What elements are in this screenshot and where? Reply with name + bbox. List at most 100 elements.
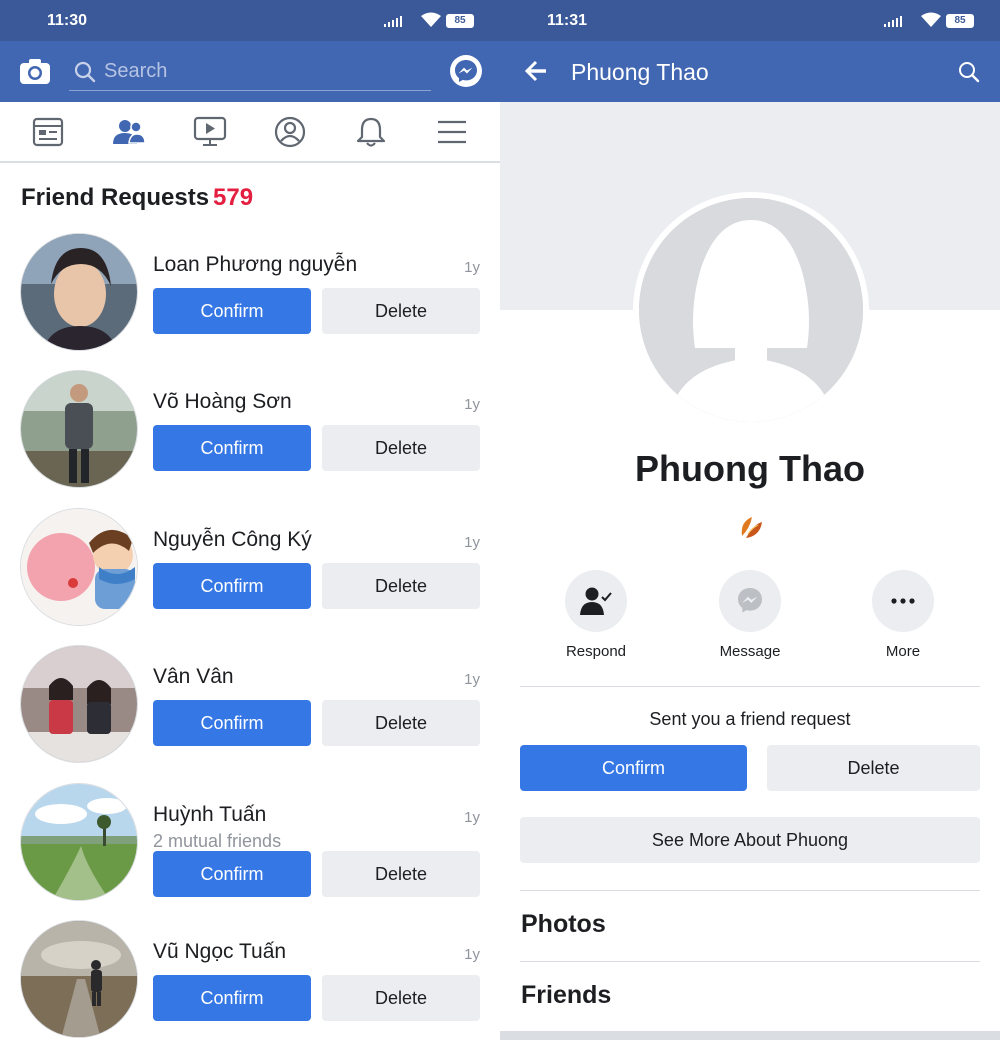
signal-icon	[384, 16, 402, 27]
more-dots-icon	[891, 598, 915, 604]
hamburger-menu-icon	[437, 120, 466, 143]
tab-bar	[0, 102, 500, 163]
avatar[interactable]	[20, 370, 138, 488]
avatar[interactable]	[20, 233, 138, 351]
requester-name[interactable]: Loan Phương nguyễn	[153, 253, 357, 277]
wifi-icon	[921, 12, 941, 27]
confirm-button[interactable]: Confirm	[153, 288, 311, 334]
mutual-friends: 2 mutual friends	[153, 831, 282, 851]
battery-icon: 85	[946, 14, 974, 28]
respond-button[interactable]	[565, 570, 627, 632]
confirm-button[interactable]: Confirm	[520, 745, 747, 791]
requester-name[interactable]: Vân Vân	[153, 665, 234, 689]
status-bar: 11:30 85	[0, 0, 500, 41]
back-arrow-icon[interactable]	[524, 59, 548, 83]
photos-section-heading[interactable]: Photos	[521, 910, 606, 939]
default-female-avatar-icon	[639, 198, 863, 422]
friend-requests-count: 579	[213, 184, 254, 211]
more-button[interactable]	[872, 570, 934, 632]
request-age: 1y	[464, 946, 480, 963]
confirm-button[interactable]: Confirm	[153, 975, 311, 1021]
delete-button[interactable]: Delete	[322, 288, 480, 334]
requester-name[interactable]: Võ Hoàng Sơn	[153, 390, 292, 414]
status-time: 11:30	[47, 12, 88, 29]
confirm-button[interactable]: Confirm	[153, 563, 311, 609]
person-check-icon	[580, 587, 612, 615]
status-bar: 11:31 85	[500, 0, 1000, 41]
page-title: Phuong Thao	[571, 59, 709, 85]
autumn-leaf-icon	[741, 517, 762, 538]
request-age: 1y	[464, 534, 480, 551]
friends-icon	[112, 119, 146, 144]
more-label: More	[885, 643, 921, 660]
avatar[interactable]	[20, 645, 138, 763]
friend-requests-title: Friend Requests	[21, 184, 210, 211]
search-input[interactable]	[104, 57, 404, 85]
friend-request-item: Vũ Ngọc Tuấn 1y Confirm Delete	[0, 920, 500, 1040]
messenger-icon	[738, 588, 762, 613]
search-icon[interactable]	[958, 61, 980, 83]
profile-icon	[275, 116, 306, 147]
delete-button[interactable]: Delete	[322, 425, 480, 471]
camera-icon[interactable]	[19, 56, 51, 86]
friend-request-item: Vân Vân 1y Confirm Delete	[0, 645, 500, 775]
tab-friends[interactable]	[104, 107, 154, 157]
divider	[520, 686, 980, 687]
divider	[520, 961, 980, 962]
tab-watch[interactable]	[185, 107, 235, 157]
more-action[interactable]: More	[853, 570, 953, 660]
request-age: 1y	[464, 671, 480, 688]
delete-button[interactable]: Delete	[322, 975, 480, 1021]
section-separator	[500, 1031, 1000, 1040]
tab-news-feed[interactable]	[23, 107, 73, 157]
friend-request-item: Võ Hoàng Sơn 1y Confirm Delete	[0, 370, 500, 500]
friend-requests-heading: Friend Requests 579	[21, 184, 253, 212]
friend-request-item: Huỳnh Tuấn 1y 2 mutual friends Confirm D…	[0, 783, 500, 913]
search-box[interactable]	[69, 53, 431, 91]
message-button[interactable]	[719, 570, 781, 632]
see-more-about-button[interactable]: See More About Phuong	[520, 817, 980, 863]
friend-requests-screen: 11:30 85 Friend Requests579	[0, 0, 500, 1040]
watch-icon	[193, 116, 226, 146]
friend-request-notice: Sent you a friend request	[649, 709, 851, 729]
respond-label: Respond	[565, 643, 627, 660]
request-age: 1y	[464, 396, 480, 413]
tab-profile[interactable]	[265, 107, 315, 157]
tab-notifications[interactable]	[346, 107, 396, 157]
status-time: 11:31	[547, 12, 588, 29]
profile-picture[interactable]	[633, 192, 869, 428]
requester-name[interactable]: Nguyễn Công Ký	[153, 528, 312, 552]
signal-icon	[884, 16, 902, 27]
avatar[interactable]	[20, 920, 138, 1038]
confirm-button[interactable]: Confirm	[153, 425, 311, 471]
avatar[interactable]	[20, 508, 138, 626]
profile-screen: 11:31 85 Phuong Thao Phuong Thao Respond…	[500, 0, 1000, 1040]
search-icon	[74, 61, 96, 83]
delete-button[interactable]: Delete	[322, 563, 480, 609]
delete-button[interactable]: Delete	[767, 745, 980, 791]
avatar[interactable]	[20, 783, 138, 901]
delete-button[interactable]: Delete	[322, 700, 480, 746]
wifi-icon	[421, 12, 441, 27]
friend-request-item: Nguyễn Công Ký 1y Confirm Delete	[0, 508, 500, 638]
messenger-icon[interactable]	[450, 55, 482, 87]
message-action[interactable]: Message	[700, 570, 800, 660]
delete-button[interactable]: Delete	[322, 851, 480, 897]
respond-action[interactable]: Respond	[546, 570, 646, 660]
requester-name[interactable]: Huỳnh Tuấn	[153, 803, 266, 827]
tab-menu[interactable]	[427, 107, 477, 157]
divider	[520, 890, 980, 891]
top-app-bar: Phuong Thao	[500, 41, 1000, 102]
request-age: 1y	[464, 809, 480, 826]
news-feed-icon	[33, 117, 64, 146]
confirm-button[interactable]: Confirm	[153, 700, 311, 746]
confirm-button[interactable]: Confirm	[153, 851, 311, 897]
friend-request-item: Loan Phương nguyễn 1y Confirm Delete	[0, 233, 500, 363]
friends-section-heading[interactable]: Friends	[521, 981, 611, 1010]
message-label: Message	[719, 643, 781, 660]
requester-name[interactable]: Vũ Ngọc Tuấn	[153, 940, 286, 964]
top-app-bar	[0, 41, 500, 102]
request-age: 1y	[464, 259, 480, 276]
profile-name: Phuong Thao	[635, 448, 865, 489]
battery-icon: 85	[446, 14, 474, 28]
